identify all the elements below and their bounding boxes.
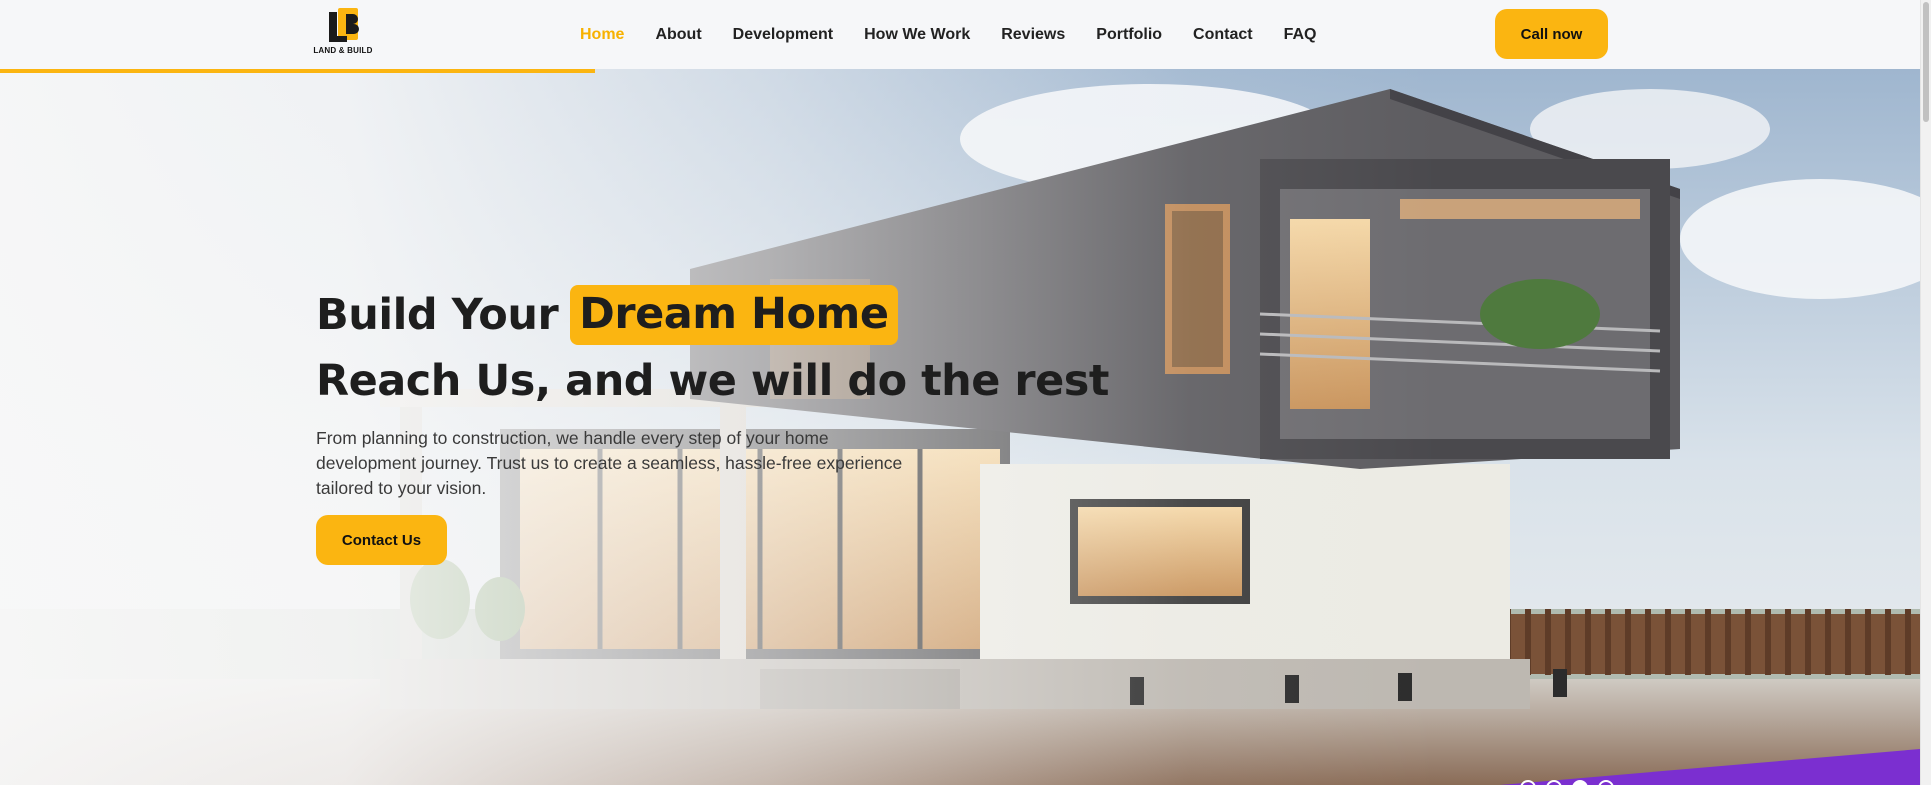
- nav-development[interactable]: Development: [733, 26, 833, 44]
- hero-headline-highlight: Dream Home: [570, 285, 898, 345]
- scroll-progress-bar: [0, 69, 1920, 73]
- slider-dot-3[interactable]: [1572, 780, 1588, 785]
- site-header: LAND & BUILD Home About Development How …: [0, 0, 1920, 69]
- nav-portfolio[interactable]: Portfolio: [1096, 26, 1162, 44]
- nav-faq[interactable]: FAQ: [1284, 26, 1317, 44]
- nav-about[interactable]: About: [655, 26, 701, 44]
- land-build-logo-icon: [329, 8, 359, 42]
- scrollbar-thumb[interactable]: [1923, 2, 1929, 122]
- hero-content: Build Your Dream Home Reach Us, and we w…: [316, 279, 1109, 565]
- slider-dot-4[interactable]: [1598, 780, 1614, 785]
- nav-how-we-work[interactable]: How We Work: [864, 26, 970, 44]
- hero-section: Build Your Dream Home Reach Us, and we w…: [0, 69, 1920, 785]
- nav-contact[interactable]: Contact: [1193, 26, 1253, 44]
- nav-reviews[interactable]: Reviews: [1001, 26, 1065, 44]
- slider-pagination: [1520, 780, 1614, 785]
- hero-headline-start: Build Your: [316, 290, 559, 340]
- contact-us-button[interactable]: Contact Us: [316, 515, 447, 565]
- hero-description: From planning to construction, we handle…: [316, 428, 903, 498]
- nav-home[interactable]: Home: [580, 26, 624, 44]
- call-now-button[interactable]: Call now: [1495, 9, 1608, 59]
- page-scrollbar[interactable]: [1920, 0, 1931, 785]
- logo-text: LAND & BUILD: [313, 46, 373, 55]
- slider-dot-1[interactable]: [1520, 780, 1536, 785]
- hero-headline-line1: Build Your Dream Home: [316, 279, 1096, 351]
- brand-logo[interactable]: LAND & BUILD: [312, 6, 374, 56]
- main-nav: Home About Development How We Work Revie…: [580, 0, 1316, 69]
- scroll-progress-fill: [0, 69, 596, 73]
- hero-headline-line2: Reach Us, and we will do the rest: [316, 356, 1109, 406]
- slider-dot-2[interactable]: [1546, 780, 1562, 785]
